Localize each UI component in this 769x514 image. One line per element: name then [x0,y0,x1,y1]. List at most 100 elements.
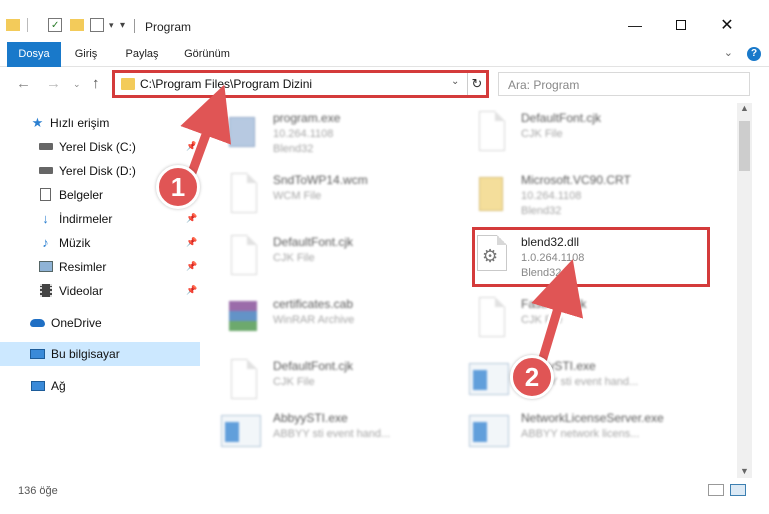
forward-arrow-icon[interactable]: → [46,75,61,92]
folder-zip-icon [473,173,507,213]
star-icon: ★ [31,114,44,130]
file-detail: CJK File [521,314,563,326]
file-item[interactable]: DefaultFont.cjk CJK File [205,227,465,287]
file-name: SndToWP14.wcm [273,173,368,187]
drive-icon [38,140,53,153]
help-icon[interactable]: ? [747,47,761,61]
scroll-up-icon[interactable]: ▲ [740,103,749,113]
sidebar-item-videos[interactable]: Videolar 📌 [0,279,200,303]
minimize-icon: — [628,17,642,33]
sidebar-item-label: Yerel Disk (C:) [59,140,136,154]
documents-icon [38,188,53,201]
download-icon: ↓ [42,211,49,226]
file-item[interactable]: DefaultFont.cjk CJK File [205,351,465,411]
file-detail: Blend32 [521,205,562,217]
document-icon [231,359,257,399]
pictures-icon [38,260,53,273]
sidebar-item-label: İndirmeler [59,212,113,226]
scroll-thumb[interactable] [739,121,750,171]
customize-toolbar-icon[interactable]: ▾ [120,20,125,31]
navigation-pane: ★ Hızlı erişim Yerel Disk (C:) 📌 Yerel D… [0,103,200,478]
sidebar-item-network[interactable]: Ağ [0,374,200,398]
window-title: Program [145,20,192,34]
exe-window-icon [469,363,509,395]
file-name: program.exe [273,111,341,125]
pin-icon[interactable]: 📌 [186,213,197,224]
tab-dosya[interactable]: Dosya [7,42,61,67]
address-dropdown-icon[interactable]: ⌄ [451,76,459,87]
file-item[interactable]: NetworkLicenseServer.exe ABBYY network l… [453,403,713,463]
file-item[interactable]: AbbyySTI.exe ABBYY sti event hand... [453,351,713,411]
tab-paylas[interactable]: Paylaş [114,42,170,67]
file-detail: WCM File [273,190,322,202]
minimize-button[interactable]: — [612,10,658,40]
installer-icon [225,111,259,151]
file-detail: ABBYY sti event hand... [273,428,391,440]
close-button[interactable]: ✕ [704,10,750,40]
large-icons-view-icon[interactable] [730,484,746,496]
address-path[interactable]: C:\Program Files\Program Dizini [140,77,312,91]
pin-icon[interactable]: 📌 [186,141,197,152]
sidebar-item-local-disk-c[interactable]: Yerel Disk (C:) 📌 [0,135,200,159]
address-bar[interactable]: C:\Program Files\Program Dizini ⌄ ↻ [112,70,489,98]
search-box[interactable]: Ara: Program [498,72,750,96]
file-item[interactable]: program.exe 10.264.1108 Blend32 [205,103,465,163]
view-options-icon[interactable] [90,18,104,32]
file-name: AbbyySTI.exe [273,411,348,425]
file-item[interactable]: certificates.cab WinRAR Archive [205,289,465,349]
search-input[interactable]: Ara: Program [508,78,579,92]
file-detail: CJK File [273,376,315,388]
up-arrow-icon[interactable]: ↑ [92,75,100,92]
document-icon [231,173,257,213]
document-icon [231,235,257,275]
file-detail: 10.264.1108 [521,190,582,202]
sidebar-item-label: Yerel Disk (D:) [59,164,136,178]
sidebar-item-label: Bu bilgisayar [51,347,120,361]
pin-icon[interactable]: 📌 [186,261,197,272]
properties-icon[interactable]: ✓ [48,18,62,32]
music-icon: ♪ [42,235,49,250]
video-icon [38,284,53,297]
scroll-down-icon[interactable]: ▼ [740,466,749,476]
sidebar-item-pictures[interactable]: Resimler 📌 [0,255,200,279]
sidebar-item-music[interactable]: ♪ Müzik 📌 [0,231,200,255]
title-separator [134,19,135,33]
maximize-button[interactable] [658,10,704,40]
document-icon [479,111,505,151]
vertical-scrollbar[interactable]: ▲ ▼ [737,103,752,478]
pin-icon[interactable]: 📌 [186,237,197,248]
recent-dropdown-icon[interactable]: ⌄ [73,79,81,90]
sidebar-item-downloads[interactable]: ↓ İndirmeler 📌 [0,207,200,231]
file-name: DefaultFont.cjk [273,359,354,373]
computer-icon [30,347,45,360]
new-folder-icon[interactable] [70,19,84,31]
file-detail: CJK File [273,252,315,264]
sidebar-item-quick-access[interactable]: ★ Hızlı erişim [0,111,200,135]
refresh-icon[interactable]: ↻ [467,73,486,95]
dropdown-arrow-icon[interactable]: ▾ [109,20,114,31]
sidebar-item-label: Ağ [51,379,66,393]
file-item[interactable]: DefaultFont.cjk CJK File [453,103,713,163]
back-arrow-icon[interactable]: ← [16,75,31,92]
sidebar-item-onedrive[interactable]: OneDrive [0,311,200,335]
pin-icon[interactable]: 📌 [186,285,197,296]
details-view-icon[interactable] [708,484,724,496]
file-item[interactable]: SndToWP14.wcm WCM File [205,165,465,225]
sidebar-item-this-pc[interactable]: Bu bilgisayar [0,342,200,366]
sidebar-item-label: Videolar [59,284,103,298]
file-list: program.exe 10.264.1108 Blend32 DefaultF… [205,103,737,478]
expand-ribbon-icon[interactable]: ⌄ [724,46,733,59]
close-icon: ✕ [720,17,734,34]
file-detail: ABBYY network licens... [521,428,640,440]
tab-giris[interactable]: Giriş [61,42,111,67]
file-item[interactable]: Microsoft.VC90.CRT 10.264.1108 Blend32 [453,165,713,225]
sidebar-item-label: Belgeler [59,188,104,202]
ribbon: Dosya Giriş Paylaş Görünüm ⌄ ? [0,42,769,67]
title-bar: ✓ ▾ ▾ Program — ✕ [0,0,769,42]
file-detail: CJK File [521,128,563,140]
file-item[interactable]: AbbyySTI.exe ABBYY sti event hand... [205,403,465,463]
status-bar: 136 öğe [0,478,769,502]
file-detail: 10.264.1108 [273,128,334,140]
tab-gorunum[interactable]: Görünüm [175,42,239,67]
file-item[interactable]: FastFont.cjk CJK File [453,289,713,349]
